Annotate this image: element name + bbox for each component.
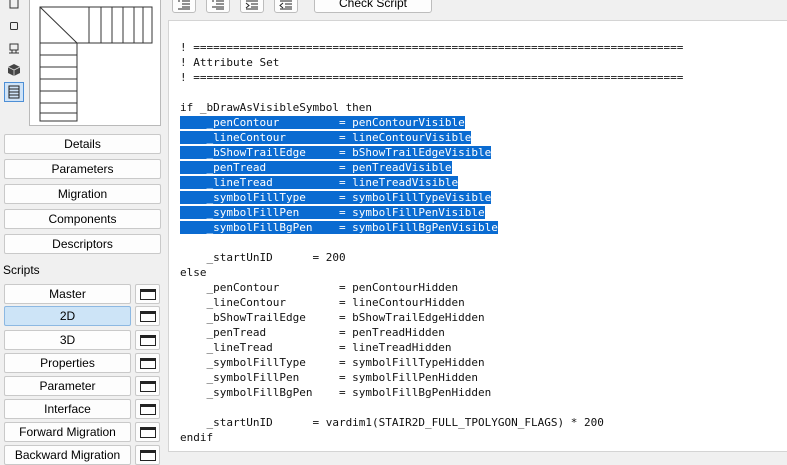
selected-code-text: _lineContour = lineContourVisible: [180, 131, 472, 144]
code-line[interactable]: ! Attribute Set: [180, 55, 683, 70]
open-window-icon[interactable]: [135, 422, 160, 442]
code-line[interactable]: _bShowTrailEdge = bShowTrailEdgeVisible: [180, 145, 683, 160]
script-2d-button[interactable]: 2D: [4, 306, 131, 326]
scripts-label: Scripts: [3, 263, 40, 277]
open-window-icon[interactable]: [135, 306, 160, 326]
code-line-text: ! Attribute Set: [180, 56, 280, 69]
section-icon[interactable]: [4, 16, 24, 36]
code-line[interactable]: _penContour = penContourHidden: [180, 280, 683, 295]
view-icon-strip: [4, 0, 24, 104]
code-line-text: _lineTread = lineTreadHidden: [180, 341, 452, 354]
code-line[interactable]: _symbolFillType = symbolFillTypeHidden: [180, 355, 683, 370]
descriptors-button[interactable]: Descriptors: [4, 234, 161, 254]
selected-code-text: _symbolFillPen = symbolFillPenVisible: [180, 206, 485, 219]
code-line[interactable]: else: [180, 265, 683, 280]
code-line-text: ! ======================================…: [180, 71, 684, 84]
code-line-text: _penTread = penTreadHidden: [180, 326, 445, 339]
script-editor[interactable]: ! ======================================…: [168, 20, 787, 452]
script-backward-migration-button[interactable]: Backward Migration: [4, 445, 131, 465]
code-line-text: _bShowTrailEdge = bShowTrailEdgeHidden: [180, 311, 485, 324]
selected-code-text: _symbolFillBgPen = symbolFillBgPenVisibl…: [180, 221, 498, 234]
indent-right-icon[interactable]: [240, 0, 264, 13]
check-script-button[interactable]: Check Script: [314, 0, 432, 13]
code-line[interactable]: [180, 235, 683, 250]
indent-left-icon[interactable]: [274, 0, 298, 13]
parameters-button[interactable]: Parameters: [4, 159, 161, 179]
open-window-icon[interactable]: [135, 399, 160, 419]
code-line-text: _symbolFillType = symbolFillTypeHidden: [180, 356, 485, 369]
code-line[interactable]: _symbolFillBgPen = symbolFillBgPenHidden: [180, 385, 683, 400]
code-line-text: ! ======================================…: [180, 41, 684, 54]
stair-plan-drawing: [39, 6, 153, 122]
stair-preview: [29, 0, 161, 126]
script-interface-button[interactable]: Interface: [4, 399, 131, 419]
code-line-text: _symbolFillPen = symbolFillPenHidden: [180, 371, 479, 384]
script-3d-button[interactable]: 3D: [4, 330, 131, 350]
editor-toolbar: Check Script: [168, 0, 787, 18]
3d-view-icon[interactable]: [4, 60, 24, 80]
open-window-icon[interactable]: [135, 330, 160, 350]
code-line-text: _symbolFillBgPen = symbolFillBgPenHidden: [180, 386, 492, 399]
code-line[interactable]: [180, 400, 683, 415]
details-button[interactable]: Details: [4, 134, 161, 154]
open-window-icon[interactable]: [135, 445, 160, 465]
code-line[interactable]: _penTread = penTreadVisible: [180, 160, 683, 175]
script-parameter-button[interactable]: Parameter: [4, 376, 131, 396]
migration-button[interactable]: Migration: [4, 184, 161, 204]
code-line-text: if _bDrawAsVisibleSymbol then: [180, 101, 373, 114]
selected-code-text: _penContour = penContourVisible: [180, 116, 465, 129]
code-line[interactable]: ! ======================================…: [180, 40, 683, 55]
code-line-text: endif: [180, 431, 214, 444]
code-line[interactable]: _penTread = penTreadHidden: [180, 325, 683, 340]
selected-code-text: _penTread = penTreadVisible: [180, 161, 452, 174]
left-panel: Details Parameters Migration Components …: [0, 0, 168, 465]
code-text[interactable]: ! ======================================…: [180, 40, 683, 445]
outdent-list-icon[interactable]: [206, 0, 230, 13]
elevation-icon[interactable]: [4, 38, 24, 58]
code-line[interactable]: _startUnID = vardim1(STAIR2D_FULL_TPOLYG…: [180, 415, 683, 430]
open-window-icon[interactable]: [135, 284, 160, 304]
code-line[interactable]: _lineContour = lineContourVisible: [180, 130, 683, 145]
code-line[interactable]: ! ======================================…: [180, 70, 683, 85]
code-line[interactable]: _penContour = penContourVisible: [180, 115, 683, 130]
script-master-button[interactable]: Master: [4, 284, 131, 304]
selected-code-text: _bShowTrailEdge = bShowTrailEdgeVisible: [180, 146, 492, 159]
code-line[interactable]: _lineContour = lineContourHidden: [180, 295, 683, 310]
code-line[interactable]: _symbolFillPen = symbolFillPenHidden: [180, 370, 683, 385]
floor-plan-icon[interactable]: [4, 0, 24, 14]
code-line-text: else: [180, 266, 207, 279]
code-line-text: _startUnID = 200: [180, 251, 346, 264]
open-window-icon[interactable]: [135, 376, 160, 396]
code-line[interactable]: if _bDrawAsVisibleSymbol then: [180, 100, 683, 115]
code-line[interactable]: [180, 85, 683, 100]
code-line-text: _startUnID = vardim1(STAIR2D_FULL_TPOLYG…: [180, 416, 604, 429]
stair-preview-icon[interactable]: [4, 82, 24, 102]
open-window-icon[interactable]: [135, 353, 160, 373]
code-line[interactable]: _symbolFillBgPen = symbolFillBgPenVisibl…: [180, 220, 683, 235]
indent-list-icon[interactable]: [172, 0, 196, 13]
selected-code-text: _symbolFillType = symbolFillTypeVisible: [180, 191, 492, 204]
code-line[interactable]: endif: [180, 430, 683, 445]
code-line[interactable]: _symbolFillType = symbolFillTypeVisible: [180, 190, 683, 205]
code-line[interactable]: _symbolFillPen = symbolFillPenVisible: [180, 205, 683, 220]
script-forward-migration-button[interactable]: Forward Migration: [4, 422, 131, 442]
script-properties-button[interactable]: Properties: [4, 353, 131, 373]
code-line-text: _lineContour = lineContourHidden: [180, 296, 465, 309]
components-button[interactable]: Components: [4, 209, 161, 229]
code-line[interactable]: _startUnID = 200: [180, 250, 683, 265]
code-line[interactable]: _lineTread = lineTreadVisible: [180, 175, 683, 190]
code-line-text: _penContour = penContourHidden: [180, 281, 459, 294]
code-line[interactable]: _bShowTrailEdge = bShowTrailEdgeHidden: [180, 310, 683, 325]
code-line[interactable]: _lineTread = lineTreadHidden: [180, 340, 683, 355]
selected-code-text: _lineTread = lineTreadVisible: [180, 176, 459, 189]
